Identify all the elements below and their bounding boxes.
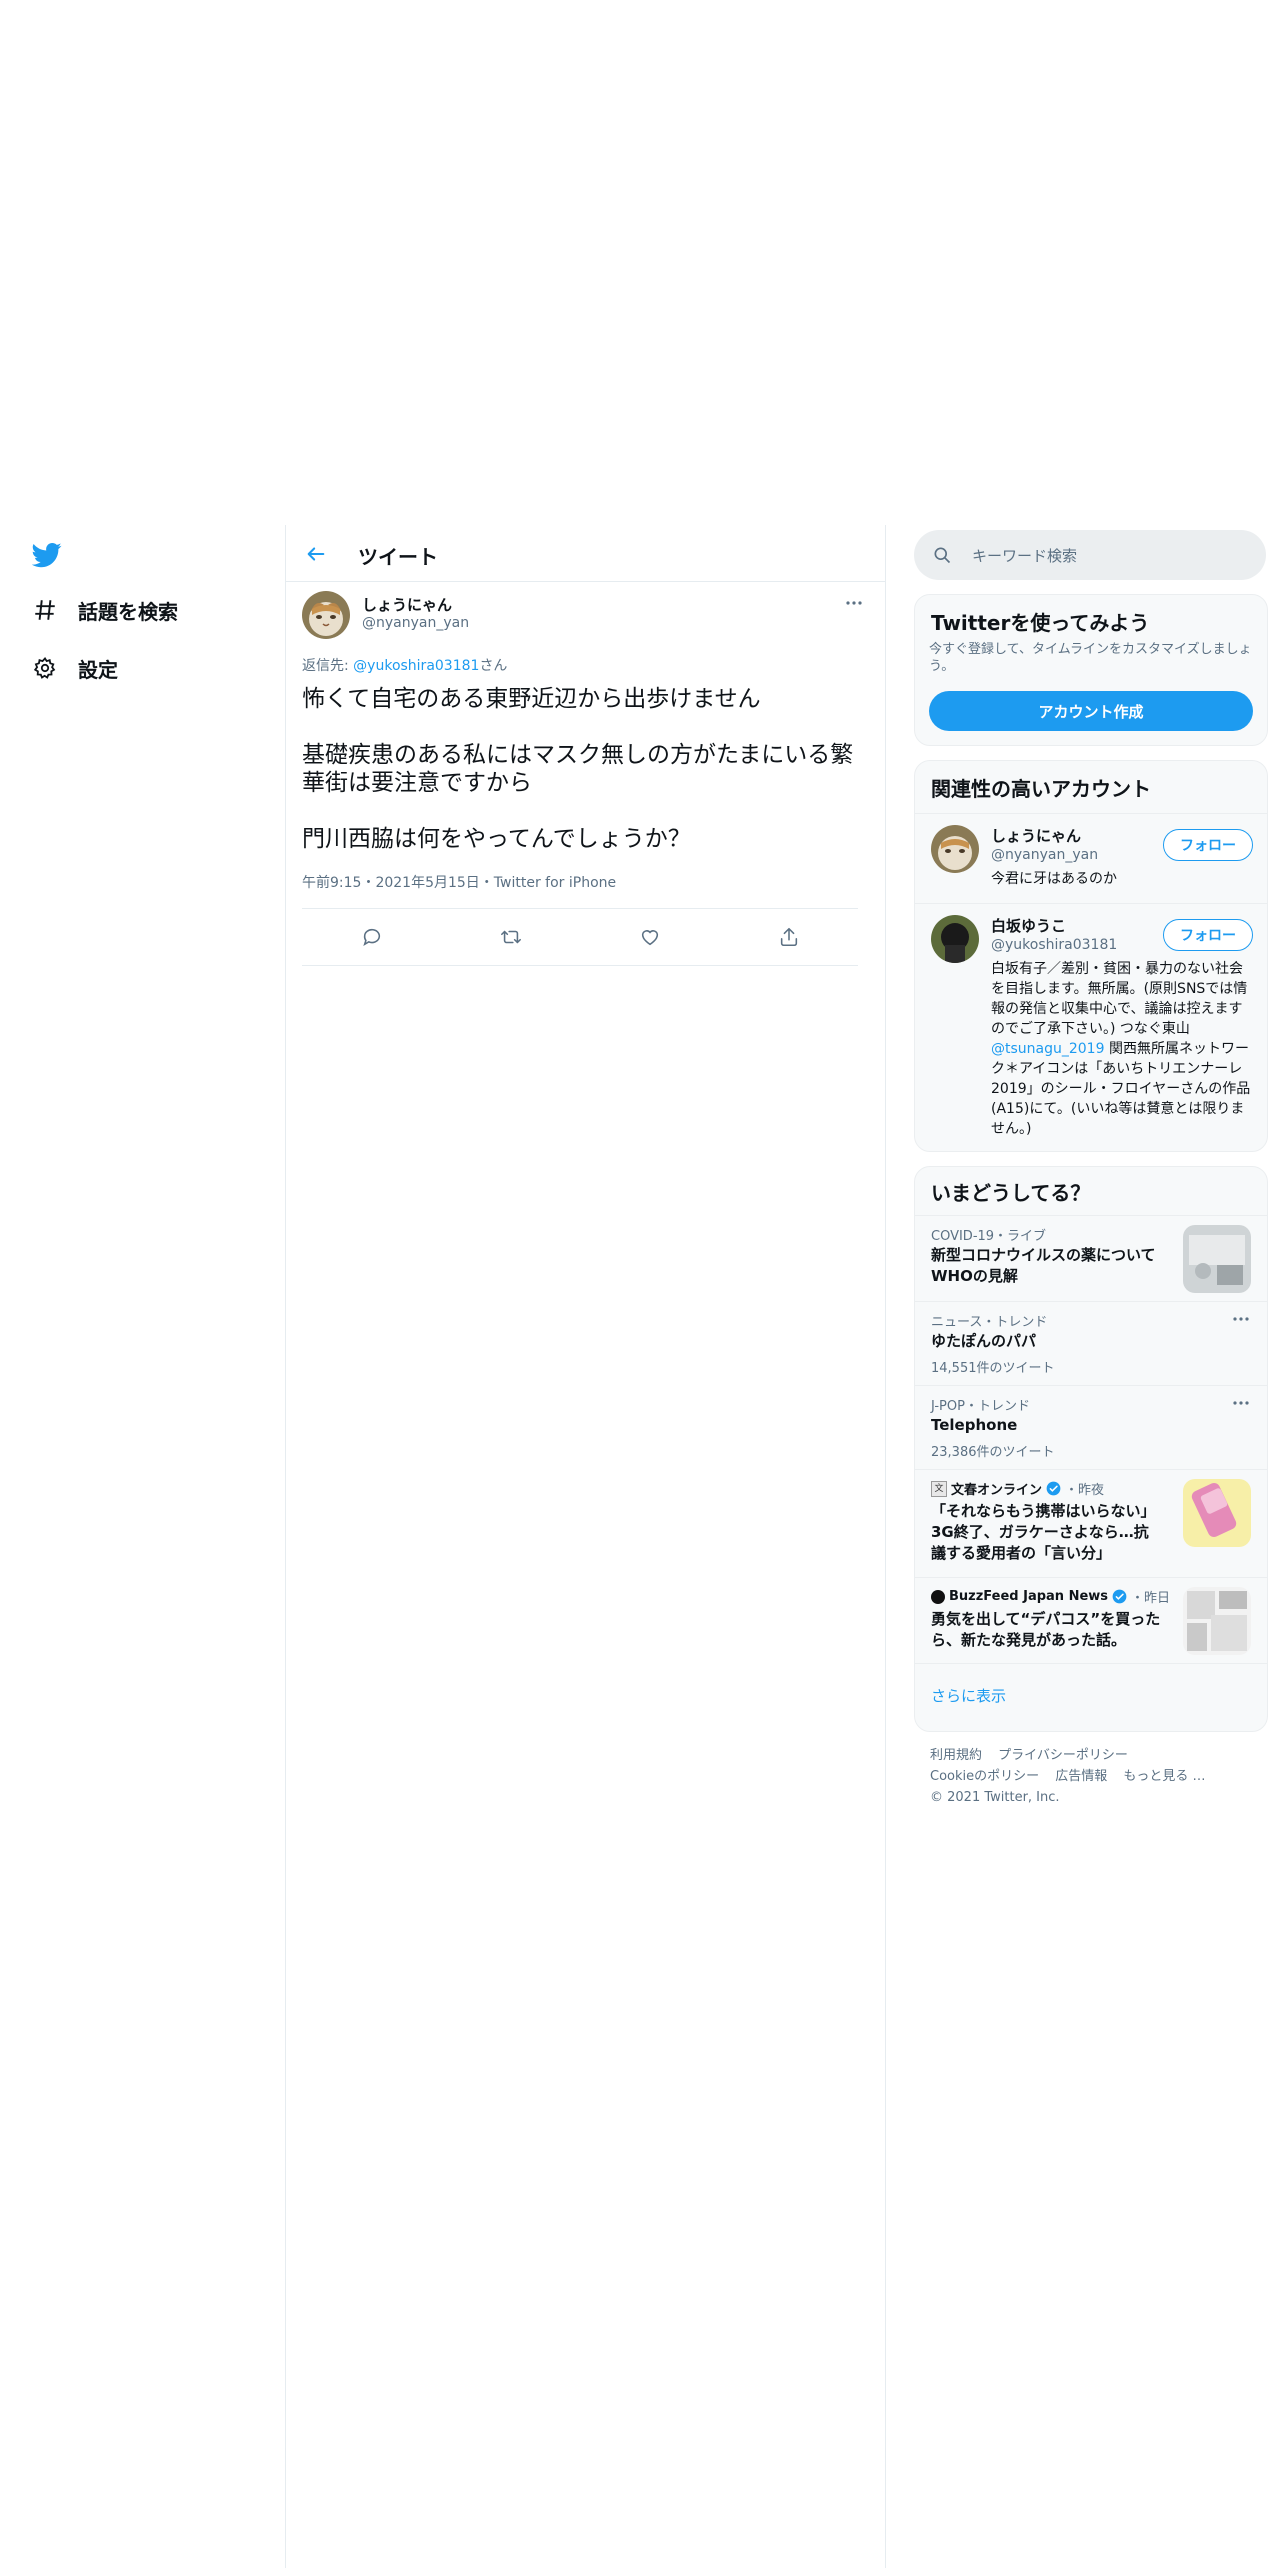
trend-count: 23,386件のツイート (931, 1445, 1055, 1460)
trend-source: 文春オンライン (951, 1483, 1043, 1498)
nav-settings-label: 設定 (78, 657, 118, 682)
avatar[interactable] (302, 591, 350, 639)
footer-link[interactable]: Cookieのポリシー (930, 1769, 1039, 1784)
account-bio-text: 白坂有子／差別・貧困・暴力のない社会を目指します。無所属。(原則SNSでは情報の… (991, 961, 1248, 1037)
account-handle[interactable]: @nyanyan_yan (991, 847, 1098, 863)
footer-link[interactable]: 利用規約 (930, 1748, 982, 1763)
nav-settings[interactable]: 設定 (32, 652, 118, 684)
reply-mention-link[interactable]: @yukoshira03181 (353, 658, 479, 674)
trend-title: 新型コロナウイルスの薬について WHOの見解 (931, 1246, 1156, 1285)
verified-icon (1046, 1481, 1061, 1496)
nav-explore-label: 話題を検索 (78, 599, 178, 624)
back-arrow-icon[interactable] (301, 539, 331, 569)
follow-button[interactable]: フォロー (1163, 829, 1253, 861)
hashtag-icon (32, 597, 58, 623)
trend-thumbnail (1183, 1479, 1251, 1547)
reply-to: 返信先: @yukoshira03181さん (302, 655, 507, 675)
signup-card-desc: 今すぐ登録して、タイムラインをカスタマイズしましょう。 (929, 642, 1252, 674)
copyright: © 2021 Twitter, Inc. (930, 1790, 1060, 1805)
reply-suffix: さん (479, 658, 508, 674)
follow-button[interactable]: フォロー (1163, 919, 1253, 951)
trend-source-line: 文 文春オンライン ・昨夜 (931, 1479, 1104, 1498)
trend-item[interactable]: 文 文春オンライン ・昨夜 「それならもう携帯はいらない」3G終了、ガラケーさよ… (915, 1469, 1267, 1577)
trend-time: ・昨日 (1131, 1591, 1171, 1606)
related-accounts-card: 関連性の高いアカウント しょうにゃん @nyanyan_yan フォロー 今君に… (914, 760, 1268, 1152)
trend-title: ゆたぽんのパパ (931, 1332, 1037, 1350)
reply-prefix: 返信先: (302, 658, 354, 674)
author-name[interactable]: しょうにゃん (362, 594, 452, 615)
tweet-text: 怖くて自宅のある東野近辺から出歩けません 基礎疾患のある私にはマスク無しの方がた… (302, 686, 854, 852)
trend-title: 勇気を出して“デパコス”を買ったら、新たな発見があった話。 (931, 1610, 1161, 1649)
trend-meta: COVID-19・ライブ (931, 1229, 1047, 1244)
avatar[interactable] (931, 915, 979, 963)
trend-title: 「それならもう携帯はいらない」3G終了、ガラケーさよなら…抗議する愛用者の「言い… (931, 1502, 1156, 1562)
trend-meta: J-POP・トレンド (931, 1399, 1030, 1414)
like-icon[interactable] (633, 920, 667, 954)
trend-source-line: BuzzFeed Japan News ・昨日 (931, 1587, 1170, 1606)
search-icon (932, 545, 952, 565)
account-bio: 今君に牙はあるのか (991, 871, 1117, 887)
trend-thumbnail (1183, 1225, 1251, 1293)
search-bar[interactable] (914, 530, 1266, 582)
trend-count: 14,551件のツイート (931, 1361, 1055, 1376)
trend-item[interactable]: J-POP・トレンド Telephone 23,386件のツイート (915, 1385, 1267, 1469)
footer: 利用規約 プライバシーポリシー Cookieのポリシー 広告情報 もっと見る …… (930, 1745, 1250, 1808)
twitter-logo-icon[interactable] (31, 540, 62, 570)
verified-icon (1112, 1589, 1127, 1604)
related-title: 関連性の高いアカウント (931, 777, 1151, 801)
trend-item[interactable]: BuzzFeed Japan News ・昨日 勇気を出して“デパコス”を買った… (915, 1577, 1267, 1663)
page-header: ツイート (286, 525, 885, 582)
account-name[interactable]: 白坂ゆうこ (991, 915, 1066, 936)
retweet-icon[interactable] (494, 920, 528, 954)
more-icon[interactable] (1229, 1393, 1253, 1413)
nav-explore[interactable]: 話題を検索 (32, 594, 178, 626)
main-column: ツイート しょうにゃん @nyanyan_yan 返信先: @yukoshira… (285, 525, 886, 2568)
author-handle[interactable]: @nyanyan_yan (362, 615, 469, 631)
trends-card: いまどうしてる？ COVID-19・ライブ 新型コロナウイルスの薬について WH… (914, 1166, 1268, 1732)
footer-link[interactable]: 広告情報 (1055, 1769, 1107, 1784)
account-name[interactable]: しょうにゃん (991, 825, 1081, 846)
trend-item[interactable]: ニュース・トレンド ゆたぽんのパパ 14,551件のツイート (915, 1301, 1267, 1385)
create-account-button[interactable]: アカウント作成 (929, 691, 1253, 731)
account-handle[interactable]: @yukoshira03181 (991, 937, 1117, 953)
share-icon[interactable] (772, 920, 806, 954)
trends-title: いまどうしてる？ (931, 1181, 1091, 1205)
trend-item[interactable]: COVID-19・ライブ 新型コロナウイルスの薬について WHOの見解 (915, 1215, 1267, 1301)
footer-link[interactable]: プライバシーポリシー (998, 1748, 1128, 1763)
footer-link[interactable]: もっと見る … (1123, 1769, 1205, 1784)
bio-mention-link[interactable]: @tsunagu_2019 (991, 1041, 1105, 1057)
trend-time: ・昨夜 (1065, 1483, 1105, 1498)
tweet-actions (302, 908, 858, 966)
publisher-logo-icon: 文 (931, 1480, 947, 1497)
trend-title: Telephone (931, 1416, 1018, 1434)
more-icon[interactable] (842, 591, 866, 615)
account-bio: 白坂有子／差別・貧困・暴力のない社会を目指します。無所属。(原則SNSでは情報の… (991, 959, 1253, 1139)
search-input[interactable] (970, 530, 1254, 582)
page-title: ツイート (358, 545, 438, 569)
show-more-link[interactable]: さらに表示 (931, 1685, 1006, 1706)
gear-icon (32, 655, 58, 681)
trend-source: BuzzFeed Japan News (949, 1589, 1109, 1604)
trend-meta: ニュース・トレンド (931, 1315, 1048, 1330)
tweet-timestamp[interactable]: 午前9:15・2021年5月15日・Twitter for iPhone (302, 872, 616, 892)
reply-icon[interactable] (355, 920, 389, 954)
more-icon[interactable] (1229, 1309, 1253, 1329)
signup-card-title: Twitterを使ってみよう (931, 611, 1150, 635)
trend-thumbnail (1183, 1587, 1251, 1655)
publisher-logo-icon (931, 1589, 945, 1604)
signup-card: Twitterを使ってみよう 今すぐ登録して、タイムラインをカスタマイズしましょ… (914, 594, 1268, 746)
avatar[interactable] (931, 825, 979, 873)
